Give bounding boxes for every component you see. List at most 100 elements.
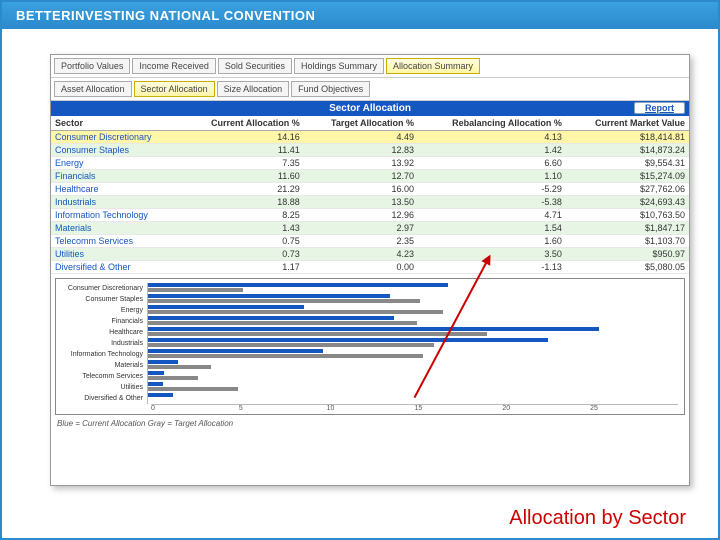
chart-row: Energy [62, 305, 678, 316]
chart-category-label: Information Technology [62, 351, 147, 358]
cell-value: 4.23 [304, 248, 418, 261]
bar-current [148, 393, 173, 397]
chart-category-label: Telecomm Services [62, 373, 147, 380]
tabs-row-2: Asset AllocationSector AllocationSize Al… [51, 78, 689, 101]
chart-row: Materials [62, 360, 678, 371]
sector-name: Utilities [51, 248, 182, 261]
cell-value: 1.60 [418, 235, 566, 248]
chart-legend: Blue = Current Allocation Gray = Target … [57, 419, 683, 428]
cell-value: 13.92 [304, 157, 418, 170]
bar-current [148, 338, 548, 342]
table-row[interactable]: Energy7.3513.926.60$9,554.31 [51, 157, 689, 170]
cell-value: 8.25 [182, 209, 303, 222]
cell-value: 0.00 [304, 261, 418, 274]
table-row[interactable]: Information Technology8.2512.964.71$10,7… [51, 209, 689, 222]
bar-current [148, 349, 323, 353]
allocation-chart: Consumer Discretionary Consumer Staples En… [55, 278, 685, 415]
bar-target [148, 332, 487, 336]
cell-value: $5,080.05 [566, 261, 689, 274]
chart-row: Information Technology [62, 349, 678, 360]
sector-name: Consumer Staples [51, 144, 182, 157]
chart-row: Diversified & Other [62, 393, 678, 404]
bar-current [148, 371, 164, 375]
axis-tick: 5 [239, 405, 327, 412]
cell-value: 4.71 [418, 209, 566, 222]
cell-value: $18,414.81 [566, 131, 689, 144]
tab-income-received[interactable]: Income Received [132, 58, 216, 74]
bar-target [148, 299, 420, 303]
table-row[interactable]: Consumer Staples11.4112.831.42$14,873.24 [51, 144, 689, 157]
cell-value: 11.41 [182, 144, 303, 157]
chart-category-label: Energy [62, 307, 147, 314]
chart-category-label: Financials [62, 318, 147, 325]
cell-value: 1.42 [418, 144, 566, 157]
tab-size-allocation[interactable]: Size Allocation [217, 81, 290, 97]
axis-tick: 10 [327, 405, 415, 412]
chart-category-label: Consumer Staples [62, 296, 147, 303]
cell-value: $9,554.31 [566, 157, 689, 170]
allocation-table: SectorCurrent Allocation %Target Allocat… [51, 116, 689, 274]
section-title: Sector Allocation Report [51, 101, 689, 116]
bar-target [148, 365, 211, 369]
sector-name: Telecomm Services [51, 235, 182, 248]
sector-name: Materials [51, 222, 182, 235]
cell-value: 18.88 [182, 196, 303, 209]
chart-category-label: Healthcare [62, 329, 147, 336]
cell-value: 16.00 [304, 183, 418, 196]
cell-value: $15,274.09 [566, 170, 689, 183]
cell-value: 12.83 [304, 144, 418, 157]
tab-fund-objectives[interactable]: Fund Objectives [291, 81, 370, 97]
table-row[interactable]: Telecomm Services0.752.351.60$1,103.70 [51, 235, 689, 248]
chart-category-label: Consumer Discretionary [62, 285, 147, 292]
tab-sold-securities[interactable]: Sold Securities [218, 58, 292, 74]
cell-value: 12.70 [304, 170, 418, 183]
cell-value: 1.54 [418, 222, 566, 235]
tab-sector-allocation[interactable]: Sector Allocation [134, 81, 215, 97]
axis-tick: 15 [414, 405, 502, 412]
tabs-row-1: Portfolio ValuesIncome ReceivedSold Secu… [51, 55, 689, 78]
axis-tick: 25 [590, 405, 678, 412]
bar-current [148, 283, 448, 287]
bar-target [148, 310, 443, 314]
bar-target [148, 321, 417, 325]
table-row[interactable]: Materials1.432.971.54$1,847.17 [51, 222, 689, 235]
bar-current [148, 360, 178, 364]
report-button[interactable]: Report [634, 102, 685, 114]
bar-current [148, 305, 304, 309]
table-row[interactable]: Utilities0.734.233.50$950.97 [51, 248, 689, 261]
cell-value: 2.35 [304, 235, 418, 248]
chart-row: Consumer Discretionary [62, 283, 678, 294]
table-row[interactable]: Industrials18.8813.50-5.38$24,693.43 [51, 196, 689, 209]
sector-name: Industrials [51, 196, 182, 209]
axis-tick: 20 [502, 405, 590, 412]
sector-name: Diversified & Other [51, 261, 182, 274]
allocation-panel: Portfolio ValuesIncome ReceivedSold Secu… [50, 54, 690, 486]
table-row[interactable]: Financials11.6012.701.10$15,274.09 [51, 170, 689, 183]
chart-row: Financials [62, 316, 678, 327]
tab-allocation-summary[interactable]: Allocation Summary [386, 58, 480, 74]
table-row[interactable]: Healthcare21.2916.00-5.29$27,762.06 [51, 183, 689, 196]
cell-value: 13.50 [304, 196, 418, 209]
table-row[interactable]: Consumer Discretionary14.164.494.13$18,4… [51, 131, 689, 144]
cell-value: $10,763.50 [566, 209, 689, 222]
cell-value: 1.43 [182, 222, 303, 235]
bar-current [148, 294, 390, 298]
tab-asset-allocation[interactable]: Asset Allocation [54, 81, 132, 97]
chart-category-label: Utilities [62, 384, 147, 391]
sector-name: Healthcare [51, 183, 182, 196]
table-row[interactable]: Diversified & Other1.170.00-1.13$5,080.0… [51, 261, 689, 274]
tab-portfolio-values[interactable]: Portfolio Values [54, 58, 130, 74]
bar-current [148, 382, 163, 386]
col-header: Current Allocation % [182, 116, 303, 131]
cell-value: 12.96 [304, 209, 418, 222]
chart-row: Consumer Staples [62, 294, 678, 305]
cell-value: $950.97 [566, 248, 689, 261]
cell-value: 1.17 [182, 261, 303, 274]
page-header: BETTERINVESTING NATIONAL CONVENTION [2, 2, 718, 29]
bar-target [148, 354, 423, 358]
bar-target [148, 343, 434, 347]
tab-holdings-summary[interactable]: Holdings Summary [294, 58, 384, 74]
sector-name: Consumer Discretionary [51, 131, 182, 144]
chart-row: Industrials [62, 338, 678, 349]
chart-row: Telecomm Services [62, 371, 678, 382]
